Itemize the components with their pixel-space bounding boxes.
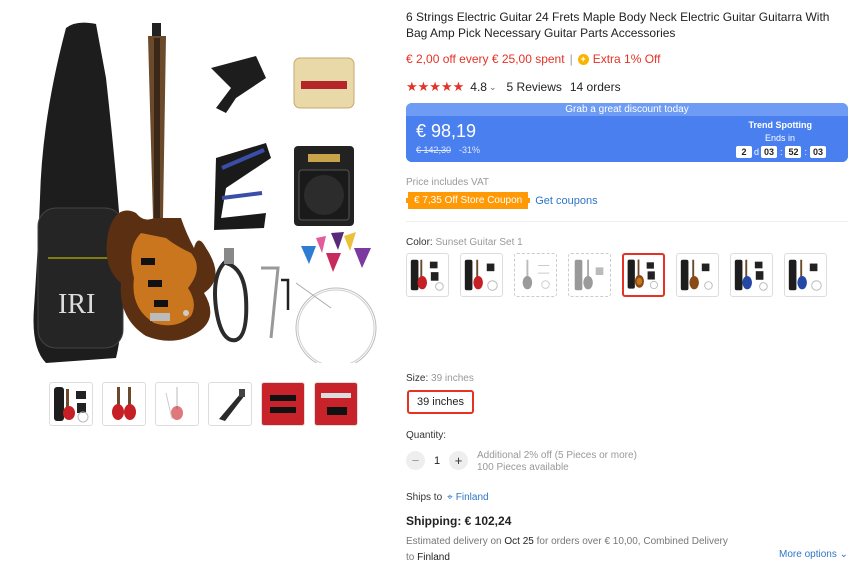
quantity-minus-button[interactable]: −	[406, 451, 425, 470]
color-swatch-5-selected[interactable]	[622, 253, 665, 297]
countdown-seconds: 03	[810, 146, 826, 158]
estimated-delivery: Estimated delivery on Oct 25 for orders …	[406, 534, 836, 566]
delivery-text-1: Estimated delivery on	[406, 536, 505, 547]
color-selected-value: Sunset Guitar Set 1	[435, 237, 523, 248]
color-swatch-1[interactable]	[406, 253, 449, 297]
ships-to-row: Ships to ⌖ Finland	[406, 492, 489, 503]
thumbnail-1[interactable]	[49, 382, 93, 426]
star-rating-icon: ★★★★★	[406, 79, 465, 94]
delivery-text-2: for orders over € 10,00, Combined Delive…	[533, 536, 728, 547]
ships-to-country-link[interactable]: Finland	[456, 492, 489, 503]
store-coupon-tag[interactable]: € 7,35 Off Store Coupon	[406, 192, 531, 209]
color-swatch-3[interactable]	[514, 253, 557, 297]
price-box: Grab a great discount today € 98,19 € 14…	[406, 103, 848, 162]
promo-spend[interactable]: € 2,00 off every € 25,00 spent	[406, 52, 565, 66]
get-coupons-link[interactable]: Get coupons	[535, 195, 597, 207]
size-label: Size: 39 inches	[406, 373, 474, 384]
quantity-note: Additional 2% off (5 Pieces or more) 100…	[477, 450, 637, 474]
thumbnail-4[interactable]	[208, 382, 252, 426]
coin-icon: +	[577, 53, 589, 65]
orders-count: 14 orders	[569, 80, 621, 94]
product-title: 6 Strings Electric Guitar 24 Frets Maple…	[406, 10, 830, 40]
size-label-text: Size:	[406, 373, 429, 384]
color-swatch-8[interactable]	[784, 253, 827, 297]
chevron-down-icon: ⌄	[839, 549, 848, 560]
delivery-country: Finland	[417, 552, 450, 563]
color-swatch-2[interactable]	[460, 253, 503, 297]
trend-spotting-label: Trend Spotting	[748, 120, 813, 130]
color-swatches	[406, 253, 846, 297]
main-product-image[interactable]: IRI	[26, 18, 386, 363]
color-label: Color: Sunset Guitar Set 1	[406, 237, 523, 248]
quantity-value[interactable]: 1	[425, 455, 449, 467]
thumbnail-2[interactable]	[102, 382, 146, 426]
colon-separator: :	[779, 147, 783, 157]
rating-row: ★★★★★ 4.8 ⌄ 5 Reviews 14 orders	[406, 79, 621, 95]
location-pin-icon: ⌖	[447, 492, 453, 503]
promo-extra[interactable]: Extra 1% Off	[593, 52, 661, 66]
color-swatch-4[interactable]	[568, 253, 611, 297]
quantity-label: Quantity:	[406, 430, 447, 441]
thumbnail-3[interactable]	[155, 382, 199, 426]
size-selected-value: 39 inches	[431, 373, 474, 384]
colon-separator: :	[804, 147, 807, 157]
chevron-down-icon[interactable]: ⌄	[489, 82, 497, 93]
promo-line: € 2,00 off every € 25,00 spent | + Extra…	[406, 52, 661, 66]
delivery-to-text: to	[406, 552, 418, 563]
quantity-stepper: − 1 +	[406, 451, 468, 470]
countdown-timer: 2 d 03 : 52 : 03	[734, 146, 828, 158]
discount-banner: Grab a great discount today	[406, 103, 848, 116]
shipping-cost: Shipping: € 102,24	[406, 514, 512, 528]
more-options-label: More options	[779, 549, 837, 560]
countdown-hours: 03	[760, 146, 777, 158]
countdown-minutes: 52	[785, 146, 802, 158]
reviews-link[interactable]: 5 Reviews	[507, 80, 562, 94]
bulk-discount-note: Additional 2% off (5 Pieces or more)	[477, 450, 637, 461]
countdown-days: 2	[735, 146, 752, 158]
thumbnail-5[interactable]	[261, 382, 305, 426]
color-swatch-7[interactable]	[730, 253, 773, 297]
rating-score[interactable]: 4.8	[470, 80, 487, 94]
divider	[406, 221, 848, 222]
more-options-link[interactable]: More options ⌄	[779, 549, 848, 560]
discount-percent: -31%	[459, 145, 481, 155]
promo-separator: |	[569, 52, 573, 66]
thumbnail-6[interactable]	[314, 382, 358, 426]
delivery-date: Oct 25	[504, 536, 534, 547]
coupon-row: € 7,35 Off Store Coupon Get coupons	[406, 192, 598, 209]
ends-in-label: Ends in	[764, 133, 795, 143]
vat-note: Price includes VAT	[406, 177, 489, 188]
original-price: € 142,30	[416, 145, 452, 155]
size-option-39-inches[interactable]: 39 inches	[407, 390, 474, 414]
current-price: € 98,19	[416, 121, 477, 141]
thumbnail-strip	[49, 382, 358, 426]
product-gallery: IRI	[0, 0, 400, 566]
color-label-text: Color:	[406, 237, 433, 248]
svg-text:IRI: IRI	[58, 289, 95, 320]
stock-available-note: 100 Pieces available	[477, 462, 569, 473]
ships-to-label: Ships to	[406, 492, 443, 503]
color-swatch-6[interactable]	[676, 253, 719, 297]
countdown-days-unit: d	[753, 147, 759, 157]
quantity-plus-button[interactable]: +	[449, 451, 468, 470]
